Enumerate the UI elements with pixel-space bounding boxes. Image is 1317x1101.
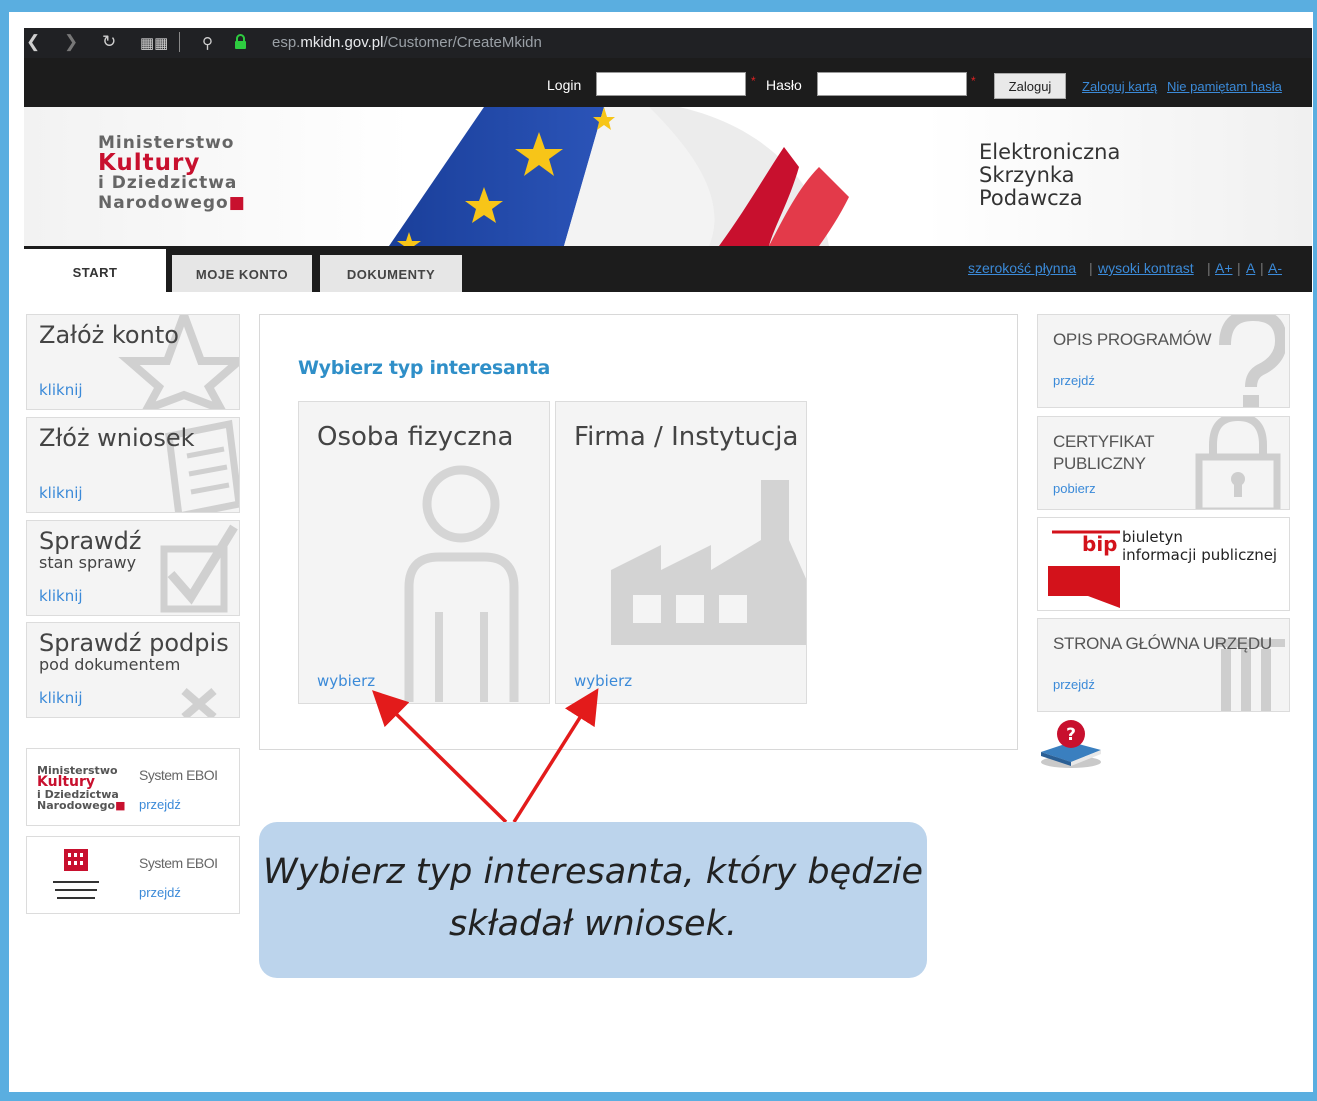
address-bar[interactable]: esp.mkidn.gov.pl/Customer/CreateMkidn bbox=[272, 34, 542, 51]
create-account-tile[interactable]: Załóż konto kliknij bbox=[26, 314, 240, 410]
required-mark: * bbox=[751, 74, 756, 88]
login-label: Login bbox=[547, 77, 582, 93]
company-option-tile[interactable]: Firma / Instytucja wybierz bbox=[555, 401, 807, 704]
question-icon bbox=[1219, 315, 1285, 407]
eboi-nck-tile[interactable]: System EBOI przejdź bbox=[26, 836, 240, 914]
main-nav: START MOJE KONTO DOKUMENTY szerokość pły… bbox=[24, 246, 1312, 292]
submit-application-tile[interactable]: Złóż wniosek kliknij bbox=[26, 417, 240, 513]
bip-tile[interactable]: bip biuletyn informacji publicznej bbox=[1037, 517, 1290, 611]
tile-title-line2: PUBLICZNY bbox=[1053, 454, 1146, 473]
checkbox-icon bbox=[160, 524, 238, 613]
eboi-mkidn-tile[interactable]: Ministerstwo Kultury i Dziedzictwa Narod… bbox=[26, 748, 240, 826]
callout-line2: składał wniosek. bbox=[449, 904, 737, 944]
high-contrast-link[interactable]: wysoki kontrast bbox=[1098, 260, 1194, 276]
frame-right bbox=[1313, 0, 1317, 1101]
header-banner: Ministerstwo Kultury i Dziedzictwa Narod… bbox=[24, 107, 1312, 246]
verify-signature-tile[interactable]: Sprawdź podpis pod dokumentem kliknij bbox=[26, 622, 240, 718]
ministry-small-logo: Ministerstwo Kultury i Dziedzictwa Narod… bbox=[37, 764, 126, 812]
frame-top bbox=[0, 0, 1317, 12]
tab-start[interactable]: START bbox=[24, 249, 166, 292]
tabs-grid-icon[interactable]: ▦▦ bbox=[140, 34, 168, 52]
password-label: Hasło bbox=[766, 77, 802, 93]
tile-link[interactable]: przejdź bbox=[1053, 677, 1095, 692]
bip-line2: informacji publicznej bbox=[1122, 546, 1278, 564]
banner-title: Elektroniczna Skrzynka Podawcza bbox=[979, 140, 1121, 210]
tile-title-line1: CERTYFIKAT bbox=[1053, 432, 1155, 451]
svg-text:?: ? bbox=[1066, 725, 1076, 745]
nck-logo-icon bbox=[53, 849, 99, 899]
login-button[interactable]: Zaloguj bbox=[994, 73, 1066, 99]
tile-link[interactable]: kliknij bbox=[39, 484, 83, 502]
tile-link[interactable]: kliknij bbox=[39, 689, 83, 707]
tile-title: STRONA GŁÓWNA URZĘDU bbox=[1053, 634, 1272, 653]
tile-title: Złóż wniosek bbox=[39, 424, 195, 452]
check-status-tile[interactable]: Sprawdź stan sprawy kliknij bbox=[26, 520, 240, 616]
ministry-logo[interactable]: Ministerstwo Kultury i Dziedzictwa Narod… bbox=[98, 133, 246, 213]
separator: | bbox=[1207, 260, 1211, 276]
factory-icon bbox=[611, 480, 806, 645]
frame-bottom bbox=[0, 1092, 1317, 1101]
system-label: System EBOI bbox=[139, 855, 218, 871]
forward-icon[interactable]: ❯ bbox=[64, 32, 78, 52]
tile-title: Załóż konto bbox=[39, 321, 179, 349]
help-book-icon[interactable]: ? bbox=[1037, 718, 1107, 770]
tile-subtitle: pod dokumentem bbox=[39, 655, 181, 674]
option-link[interactable]: wybierz bbox=[574, 672, 632, 690]
separator: | bbox=[1237, 260, 1241, 276]
font-increase-link[interactable]: A+ bbox=[1215, 260, 1233, 276]
person-icon bbox=[404, 465, 519, 702]
key-icon[interactable]: ⚲ bbox=[202, 34, 213, 52]
card-login-link[interactable]: Zaloguj kartą bbox=[1082, 79, 1157, 94]
padlock-icon bbox=[1195, 417, 1281, 509]
option-link[interactable]: wybierz bbox=[317, 672, 375, 690]
font-normal-link[interactable]: A bbox=[1246, 260, 1255, 276]
instruction-callout: Wybierz typ interesanta, który będzie sk… bbox=[259, 822, 927, 978]
option-title: Firma / Instytucja bbox=[574, 422, 799, 452]
tab-documents[interactable]: DOKUMENTY bbox=[320, 255, 462, 292]
flags-image bbox=[389, 107, 849, 246]
login-bar: Login * Hasło * Zaloguj Zaloguj kartą Ni… bbox=[24, 58, 1312, 107]
lock-icon bbox=[235, 34, 246, 49]
tile-link[interactable]: kliknij bbox=[39, 587, 83, 605]
tile-link[interactable]: pobierz bbox=[1053, 481, 1096, 496]
tile-link[interactable]: przejdź bbox=[1053, 373, 1095, 388]
system-label: System EBOI bbox=[139, 767, 218, 783]
font-decrease-link[interactable]: A- bbox=[1268, 260, 1282, 276]
toolbar-divider bbox=[179, 32, 180, 52]
applicant-type-panel: Wybierz typ interesanta Osoba fizyczna w… bbox=[259, 314, 1018, 750]
fluid-width-link[interactable]: szerokość płynna bbox=[968, 260, 1076, 276]
back-icon[interactable]: ❮ bbox=[26, 32, 40, 52]
tile-title: Sprawdź bbox=[39, 527, 142, 555]
system-link[interactable]: przejdź bbox=[139, 885, 181, 900]
login-input[interactable] bbox=[596, 72, 746, 96]
system-link[interactable]: przejdź bbox=[139, 797, 181, 812]
password-input[interactable] bbox=[817, 72, 967, 96]
forgot-password-link[interactable]: Nie pamiętam hasła bbox=[1167, 79, 1282, 94]
individual-option-tile[interactable]: Osoba fizyczna wybierz bbox=[298, 401, 550, 704]
callout-line1: Wybierz typ interesanta, który będzie bbox=[262, 852, 924, 892]
tile-link[interactable]: kliknij bbox=[39, 381, 83, 399]
tile-title: Sprawdź podpis bbox=[39, 629, 229, 657]
separator: | bbox=[1089, 260, 1093, 276]
separator: | bbox=[1260, 260, 1264, 276]
bip-line1: biuletyn bbox=[1122, 528, 1183, 546]
certificate-tile[interactable]: CERTYFIKAT PUBLICZNY pobierz bbox=[1037, 416, 1290, 510]
tile-subtitle: stan sprawy bbox=[39, 553, 137, 572]
frame-left bbox=[0, 0, 9, 1101]
homepage-tile[interactable]: STRONA GŁÓWNA URZĘDU przejdź bbox=[1037, 618, 1290, 712]
required-mark: * bbox=[971, 74, 976, 88]
panel-title: Wybierz typ interesanta bbox=[298, 357, 550, 379]
programs-tile[interactable]: OPIS PROGRAMÓW przejdź bbox=[1037, 314, 1290, 408]
reload-icon[interactable]: ↻ bbox=[102, 32, 116, 52]
option-title: Osoba fizyczna bbox=[317, 422, 514, 452]
tab-my-account[interactable]: MOJE KONTO bbox=[172, 255, 312, 292]
browser-toolbar: ❮ ❯ ↻ ▦▦ ⚲ esp.mkidn.gov.pl/Customer/Cre… bbox=[24, 28, 1312, 58]
tile-title: OPIS PROGRAMÓW bbox=[1053, 330, 1212, 349]
bip-text: bip bbox=[1082, 532, 1118, 556]
